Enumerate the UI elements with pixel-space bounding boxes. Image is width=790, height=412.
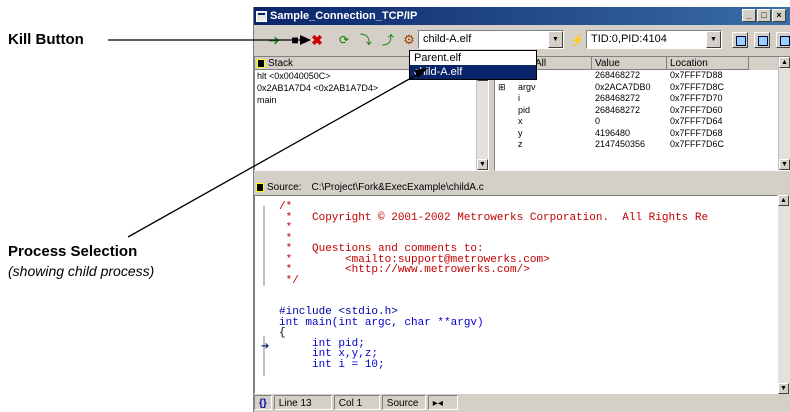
- thread-icon: ⚡: [570, 33, 585, 47]
- column-value[interactable]: Value: [592, 57, 667, 70]
- stack-frame[interactable]: main: [255, 94, 488, 106]
- pane-splitter[interactable]: [254, 171, 790, 181]
- scroll-up-arrow[interactable]: ▲: [778, 195, 789, 206]
- chevron-down-icon[interactable]: ▼: [548, 31, 563, 48]
- variable-row[interactable]: argc2684682720x7FFF7D88: [495, 70, 778, 82]
- code-comment-line: /*: [279, 201, 293, 213]
- source-header: Source: C:\Project\Fork&ExecExample\chil…: [254, 181, 790, 194]
- window-icon: [256, 10, 267, 22]
- variable-row[interactable]: x 0 0x7FFF7D64: [495, 116, 778, 128]
- process-select-value: child-A.elf: [423, 33, 472, 45]
- scroll-up-arrow[interactable]: ▲: [779, 57, 790, 68]
- pane-icon: [256, 183, 264, 192]
- code-line: {: [279, 327, 286, 339]
- kill-button-callout: Kill Button: [8, 31, 84, 48]
- variables-pane: All Value Location argc2684682720x7FFF7D…: [494, 56, 790, 171]
- variable-row[interactable]: y 4196480 0x7FFF7D68: [495, 128, 778, 140]
- status-bar: {} Line 13 Col 1 Source ▸◂: [254, 395, 790, 412]
- title-bar: Sample_Connection_TCP/IP _ □ ×: [254, 7, 790, 25]
- code-line: int i = 10;: [279, 358, 385, 371]
- column-location[interactable]: Location: [667, 57, 749, 70]
- variables-scrollbar[interactable]: ▲ ▼: [778, 57, 790, 170]
- scroll-arrows-icon[interactable]: ▸◂: [427, 395, 458, 410]
- kill-icon[interactable]: ✖: [310, 32, 324, 48]
- process-dropdown-list: Parent.elf child-A.elf: [409, 50, 537, 80]
- thread-select[interactable]: TID:0,PID:4104 ▼: [586, 30, 722, 49]
- pane-icon: [257, 58, 265, 68]
- mode-indicator[interactable]: Source: [381, 395, 426, 410]
- stack-scrollbar[interactable]: ▲ ▼: [476, 70, 488, 170]
- variable-row[interactable]: ⊞ argv 0x2ACA7DB0 0x7FFF7D8C: [495, 82, 778, 94]
- run-icon[interactable]: ➜: [266, 32, 282, 48]
- maximize-button[interactable]: □: [757, 9, 771, 22]
- variable-row[interactable]: pid 268468272 0x7FFF7D60: [495, 105, 778, 117]
- step-out-icon[interactable]: ⤴: [380, 32, 396, 48]
- stack-pane-title: Stack: [268, 57, 294, 69]
- source-scrollbar[interactable]: ▲ ▼: [778, 195, 790, 394]
- close-button[interactable]: ×: [772, 9, 786, 22]
- current-line-arrow-icon: ➔: [261, 341, 270, 352]
- variable-row[interactable]: z 2147450356 0x7FFF7D6C: [495, 139, 778, 151]
- chevron-down-icon[interactable]: ▼: [706, 31, 721, 48]
- code-comment-line: */: [279, 274, 299, 287]
- thread-select-value: TID:0,PID:4104: [591, 33, 667, 45]
- process-select[interactable]: child-A.elf ▼: [418, 30, 564, 49]
- debugger-window: Sample_Connection_TCP/IP _ □ × ➜ ■ ✖ ⟳ ⤵…: [253, 7, 790, 412]
- code-line: int x,y,z;: [279, 348, 379, 360]
- view-icon-2[interactable]: [754, 32, 770, 48]
- window-title: Sample_Connection_TCP/IP: [270, 10, 418, 22]
- process-selection-callout: Process Selection: [8, 243, 138, 260]
- line-indicator: Line 13: [273, 395, 332, 410]
- process-selection-subtitle: (showing child process): [8, 263, 155, 279]
- expand-icon: ⊞: [498, 81, 506, 92]
- code-comment-line: * Questions and comments to:: [279, 243, 484, 255]
- code-gutter: [263, 206, 265, 376]
- view-icon-1[interactable]: [732, 32, 748, 48]
- source-code-pane[interactable]: ➔ /* * Copyright © 2001-2002 Metrowerks …: [254, 195, 778, 394]
- step-into-icon[interactable]: ⤵: [358, 32, 374, 48]
- scroll-down-arrow[interactable]: ▼: [779, 159, 790, 170]
- dropdown-option-selected[interactable]: child-A.elf: [410, 65, 536, 79]
- variable-row[interactable]: i 268468272 0x7FFF7D70: [495, 93, 778, 105]
- source-path: C:\Project\Fork&ExecExample\childA.c: [311, 182, 484, 193]
- braces-icon[interactable]: {}: [254, 395, 272, 410]
- step-over-icon[interactable]: ⟳: [336, 32, 352, 48]
- dropdown-option[interactable]: Parent.elf: [410, 51, 536, 65]
- code-comment-line: *: [279, 222, 293, 234]
- minimize-button[interactable]: _: [742, 9, 756, 22]
- code-comment-line: * Copyright © 2001-2002 Metrowerks Corpo…: [279, 211, 709, 224]
- stop-icon[interactable]: ■: [288, 32, 302, 48]
- stack-frame[interactable]: 0x2AB1A7D4 <0x2AB1A7D4>: [255, 82, 488, 94]
- source-label: Source:: [267, 182, 302, 193]
- code-comment-line: * <http://www.metrowerks.com/>: [279, 264, 530, 276]
- scroll-down-arrow[interactable]: ▼: [477, 159, 488, 170]
- variables-header: All Value Location: [495, 57, 778, 70]
- code-line: #include <stdio.h>: [279, 306, 398, 318]
- scroll-down-arrow[interactable]: ▼: [778, 383, 789, 394]
- process-gear-icon: ⚙: [403, 32, 415, 47]
- col-indicator: Col 1: [333, 395, 380, 410]
- view-icon-3[interactable]: [776, 32, 790, 48]
- code-line: int main(int argc, char **argv): [279, 316, 484, 329]
